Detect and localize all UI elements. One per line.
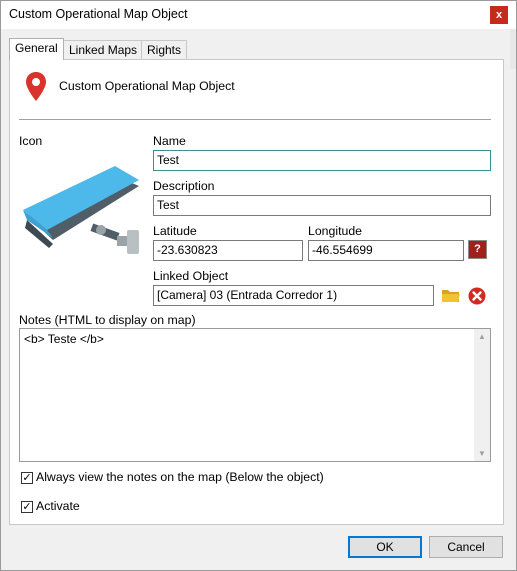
folder-icon[interactable] — [441, 287, 461, 304]
always-view-label: Always view the notes on the map (Below … — [36, 470, 324, 484]
scroll-down-icon[interactable]: ▼ — [478, 449, 486, 458]
description-label: Description — [153, 179, 215, 193]
cancel-button[interactable]: Cancel — [429, 536, 503, 558]
latitude-label: Latitude — [153, 224, 197, 238]
checkmark-icon: ✓ — [22, 501, 32, 513]
latitude-field[interactable]: -23.630823 — [153, 240, 303, 261]
clear-linked-object-icon[interactable] — [468, 287, 486, 305]
always-view-checkbox[interactable]: ✓ — [21, 472, 33, 484]
notes-value: <b> Teste </b> — [24, 332, 104, 346]
tab-rights[interactable]: Rights — [141, 40, 188, 60]
notes-scrollbar[interactable]: ▲ ▼ — [474, 329, 490, 461]
latitude-value: -23.630823 — [157, 243, 218, 257]
name-value: Test — [157, 153, 180, 167]
tab-rights-label: Rights — [147, 43, 182, 57]
close-icon: x — [495, 9, 503, 21]
close-button[interactable]: x — [490, 6, 508, 24]
longitude-value: -46.554699 — [312, 243, 373, 257]
name-field[interactable]: Test — [153, 150, 491, 171]
linked-object-field[interactable]: [Camera] 03 (Entrada Corredor 1) — [153, 285, 434, 306]
dialog-window: Custom Operational Map Object x General … — [0, 0, 517, 571]
cancel-button-label: Cancel — [447, 540, 485, 554]
security-camera-icon[interactable] — [19, 158, 149, 258]
tab-linked-maps-label: Linked Maps — [69, 43, 138, 57]
name-label: Name — [153, 134, 186, 148]
notes-textarea[interactable]: <b> Teste </b> ▲ ▼ — [19, 328, 491, 462]
notes-label: Notes (HTML to display on map) — [19, 313, 196, 327]
checkmark-icon: ✓ — [22, 472, 32, 484]
description-value: Test — [157, 198, 180, 212]
longitude-label: Longitude — [308, 224, 363, 238]
tab-general[interactable]: General — [9, 38, 64, 60]
header-title: Custom Operational Map Object — [59, 79, 235, 93]
ok-button-label: OK — [376, 540, 394, 554]
location-help-icon: ? — [474, 243, 481, 255]
scroll-up-icon[interactable]: ▲ — [478, 332, 486, 341]
map-pin-icon — [26, 72, 46, 101]
activate-checkbox[interactable]: ✓ — [21, 501, 33, 513]
window-title: Custom Operational Map Object — [9, 7, 188, 21]
side-strip — [510, 29, 516, 69]
longitude-field[interactable]: -46.554699 — [308, 240, 464, 261]
description-field[interactable]: Test — [153, 195, 491, 216]
tab-general-label: General — [15, 41, 58, 55]
linked-object-value: [Camera] 03 (Entrada Corredor 1) — [157, 288, 338, 302]
tab-linked-maps[interactable]: Linked Maps — [63, 40, 144, 60]
header-divider — [19, 119, 491, 120]
ok-button[interactable]: OK — [348, 536, 422, 558]
icon-label: Icon — [19, 134, 43, 148]
linked-object-label: Linked Object — [153, 269, 229, 283]
activate-label: Activate — [36, 499, 80, 513]
pick-location-button[interactable]: ? — [468, 240, 487, 259]
title-bar: Custom Operational Map Object x — [1, 1, 516, 29]
